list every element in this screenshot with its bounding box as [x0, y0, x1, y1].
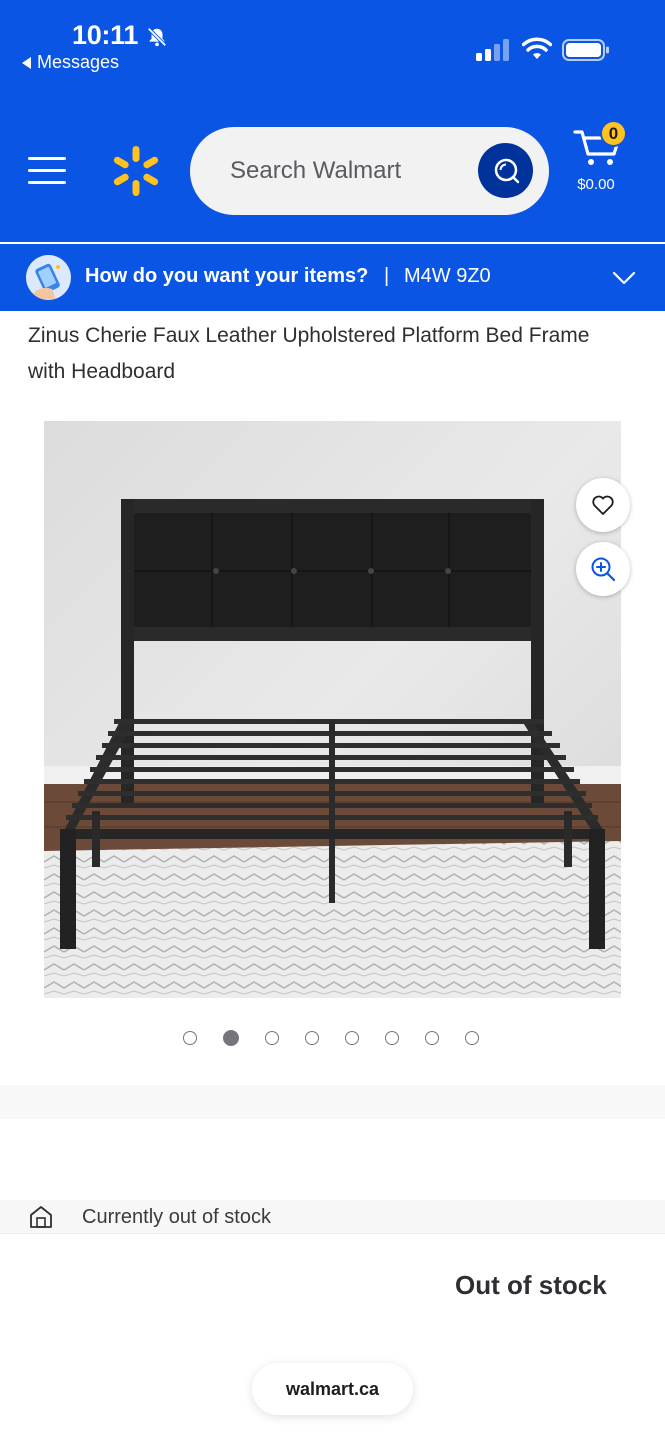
add-to-favorites-button[interactable] — [576, 478, 630, 532]
carousel-dot[interactable] — [345, 1031, 359, 1045]
battery-icon — [562, 39, 609, 61]
walmart-spark-logo[interactable] — [110, 145, 162, 197]
back-app-label: Messages — [37, 52, 120, 72]
cellular-signal-icon — [476, 39, 509, 61]
menu-button[interactable] — [28, 155, 68, 187]
delivery-illustration-icon — [26, 255, 71, 300]
carousel-dot[interactable] — [265, 1031, 279, 1045]
store-icon — [30, 1206, 52, 1228]
availability-status: Out of stock — [455, 1270, 607, 1300]
product-image[interactable] — [44, 421, 621, 998]
search-input[interactable] — [230, 127, 470, 215]
zoom-image-button[interactable] — [576, 542, 630, 596]
carousel-dot[interactable] — [465, 1031, 479, 1045]
delivery-separator: | — [384, 265, 390, 287]
carousel-dot[interactable] — [223, 1030, 239, 1046]
image-carousel-dots — [183, 1030, 479, 1046]
delivery-question: How do you want your items? — [85, 265, 369, 287]
stock-notice: Currently out of stock — [82, 1206, 271, 1228]
zoom-in-icon — [591, 557, 616, 582]
carousel-dot[interactable] — [305, 1031, 319, 1045]
bell-off-icon — [147, 27, 167, 47]
back-arrow-icon — [22, 56, 31, 69]
heart-icon — [592, 495, 614, 515]
wifi-icon — [522, 37, 552, 59]
carousel-dot[interactable] — [385, 1031, 399, 1045]
search-bar — [190, 127, 549, 215]
postal-code: M4W 9Z0 — [404, 265, 491, 287]
cart-total: $0.00 — [577, 176, 615, 193]
chevron-down-icon[interactable] — [612, 270, 636, 286]
delivery-selector[interactable]: How do you want your items? | M4W 9Z0 — [0, 244, 665, 311]
browser-url-pill[interactable]: walmart.ca — [252, 1363, 413, 1415]
search-button[interactable] — [478, 143, 533, 198]
search-icon — [494, 158, 519, 183]
cart-count-badge: 0 — [600, 120, 627, 147]
app-header: 10:11 Messages Search Walmart 0 $0.00 — [0, 0, 665, 242]
status-time: 10:11 — [72, 20, 139, 50]
back-to-messages[interactable]: Messages — [22, 52, 119, 73]
section-divider — [0, 1085, 665, 1119]
carousel-dot[interactable] — [183, 1031, 197, 1045]
product-title: Zinus Cherie Faux Leather Upholstered Pl… — [28, 324, 590, 383]
carousel-dot[interactable] — [425, 1031, 439, 1045]
